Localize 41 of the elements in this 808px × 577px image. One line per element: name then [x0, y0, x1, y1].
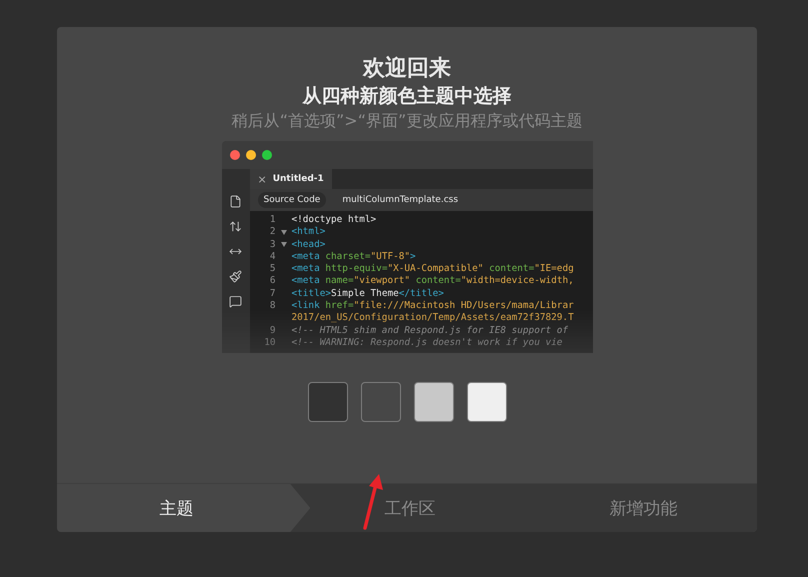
- code-line: <meta http-equiv="X-UA-Compatible" content="IE=edg: [292, 263, 574, 276]
- file-icon: [229, 195, 242, 208]
- close-dot-icon: [230, 150, 240, 160]
- line-number: 5: [268, 263, 276, 276]
- line-number: 7: [268, 288, 276, 300]
- zoom-dot-icon: [262, 150, 272, 160]
- related-file-label: multiColumnTemplate.css: [341, 194, 460, 207]
- sort-arrows-icon: [229, 220, 242, 233]
- code-line: <meta charset="UTF-8">: [292, 250, 416, 264]
- minimize-dot-icon: [246, 150, 256, 160]
- tab-close-icon: ×: [258, 172, 267, 186]
- theme-swatch[interactable]: [466, 382, 506, 422]
- code-line: <head>: [292, 238, 326, 251]
- step-tab[interactable]: 主题: [57, 484, 310, 532]
- line-number: 3: [268, 238, 276, 251]
- line-number: 9: [268, 324, 276, 337]
- line-number: 6: [268, 275, 276, 288]
- code-line: <!-- WARNING: Respond.js doesn't work if you vie: [292, 336, 562, 350]
- fold-triangle-icon[interactable]: [280, 242, 286, 248]
- dialog-hint: 稍后从“首选项”>“界面”更改应用程序或代码主题: [232, 110, 582, 132]
- code-line: <meta name="viewport" content="width=device-width,: [292, 275, 574, 288]
- theme-swatch[interactable]: [308, 382, 348, 422]
- dialog-subtitle: 从四种新颜色主题中选择: [302, 84, 512, 109]
- code-line: <link href="file:///Macintosh HD/Users/mama/Librar: [292, 300, 574, 312]
- line-number: 10: [263, 336, 276, 350]
- line-number: 8: [268, 300, 276, 312]
- tab-title: Untitled-1: [272, 174, 324, 184]
- line-number: 1: [268, 214, 276, 226]
- comment-icon: [229, 295, 242, 308]
- code-line: <!doctype html>: [292, 214, 376, 226]
- code-line: <html>: [292, 226, 326, 239]
- code-line: <!-- HTML5 shim and Respond.js for IE8 support of: [292, 324, 568, 337]
- theme-swatch[interactable]: [414, 382, 454, 422]
- line-number: 4: [268, 250, 276, 264]
- theme-swatch[interactable]: [360, 382, 400, 422]
- code-line: 2017/en_US/Configuration/Temp/Assets/eam72f37829.T: [292, 312, 574, 325]
- code-line: <title>Simple Theme</title>: [292, 288, 444, 300]
- brush-icon: [229, 270, 242, 283]
- line-number: 2: [268, 226, 276, 239]
- dialog-title: 欢迎回来: [363, 55, 451, 83]
- fold-triangle-icon[interactable]: [280, 230, 286, 235]
